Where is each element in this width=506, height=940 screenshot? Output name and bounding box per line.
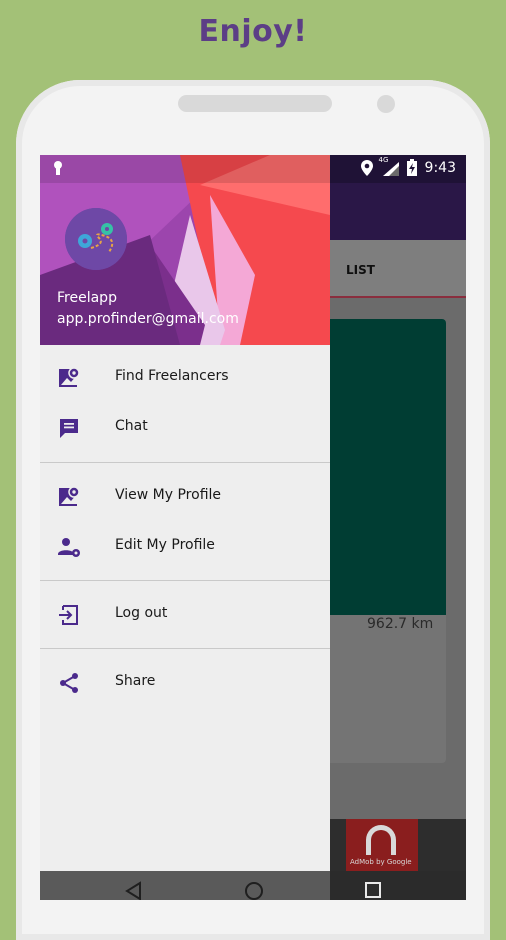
phone-speaker	[178, 95, 332, 112]
ad-label: AdMob by Google	[350, 858, 412, 866]
drawer-header: Freelapp app.profinder@gmail.com	[40, 155, 330, 345]
system-navigation-bar	[40, 871, 466, 900]
map-marker-icon	[59, 486, 80, 506]
map-marker-icon	[59, 367, 80, 387]
home-icon[interactable]	[244, 881, 264, 900]
menu-label: Chat	[115, 418, 148, 434]
menu-label: View My Profile	[115, 487, 222, 503]
recents-icon[interactable]	[364, 881, 382, 899]
menu-divider	[40, 648, 330, 649]
menu-item-find-freelancers[interactable]: Find Freelancers	[40, 353, 330, 403]
navigation-drawer: Freelapp app.profinder@gmail.com Find Fr…	[40, 155, 330, 871]
logout-icon	[59, 605, 78, 625]
navbar-dimmed-section	[40, 871, 330, 900]
app-name: Freelapp	[57, 290, 117, 306]
page-headline: Enjoy!	[198, 14, 308, 49]
menu-item-log-out[interactable]: Log out	[40, 590, 330, 640]
menu-divider	[40, 580, 330, 581]
menu-item-share[interactable]: Share	[40, 658, 330, 708]
admob-mark-icon	[366, 825, 396, 855]
phone-camera	[377, 95, 395, 113]
chat-icon	[60, 419, 78, 438]
battery-charging-icon	[406, 159, 417, 176]
avatar[interactable]	[65, 208, 127, 270]
menu-item-edit-profile[interactable]: Edit My Profile	[40, 522, 330, 572]
keyhole-icon	[52, 160, 64, 180]
clock: 9:43	[424, 159, 456, 176]
signal-icon: 4G	[379, 156, 399, 176]
back-icon[interactable]	[124, 881, 142, 900]
account-email: app.profinder@gmail.com	[57, 311, 239, 327]
freelancer-card-image	[320, 319, 446, 615]
share-icon	[60, 673, 78, 693]
menu-divider	[40, 462, 330, 463]
menu-label: Log out	[115, 605, 168, 621]
person-settings-icon	[58, 538, 80, 557]
menu-item-view-profile[interactable]: View My Profile	[40, 472, 330, 522]
status-bar: 4G 9:43	[40, 155, 466, 183]
freelapp-logo-icon	[65, 208, 127, 270]
status-icons: 4G 9:43	[360, 156, 456, 176]
menu-item-chat[interactable]: Chat	[40, 403, 330, 453]
distance-label: 962.7 km	[367, 616, 434, 632]
location-icon	[360, 159, 373, 176]
menu-label: Edit My Profile	[115, 537, 215, 553]
menu-label: Share	[115, 673, 156, 689]
phone-screen: LIST 962.7 km AdMob by Google Freelapp a…	[40, 155, 466, 900]
tab-list: LIST	[346, 263, 375, 277]
menu-label: Find Freelancers	[115, 368, 229, 384]
